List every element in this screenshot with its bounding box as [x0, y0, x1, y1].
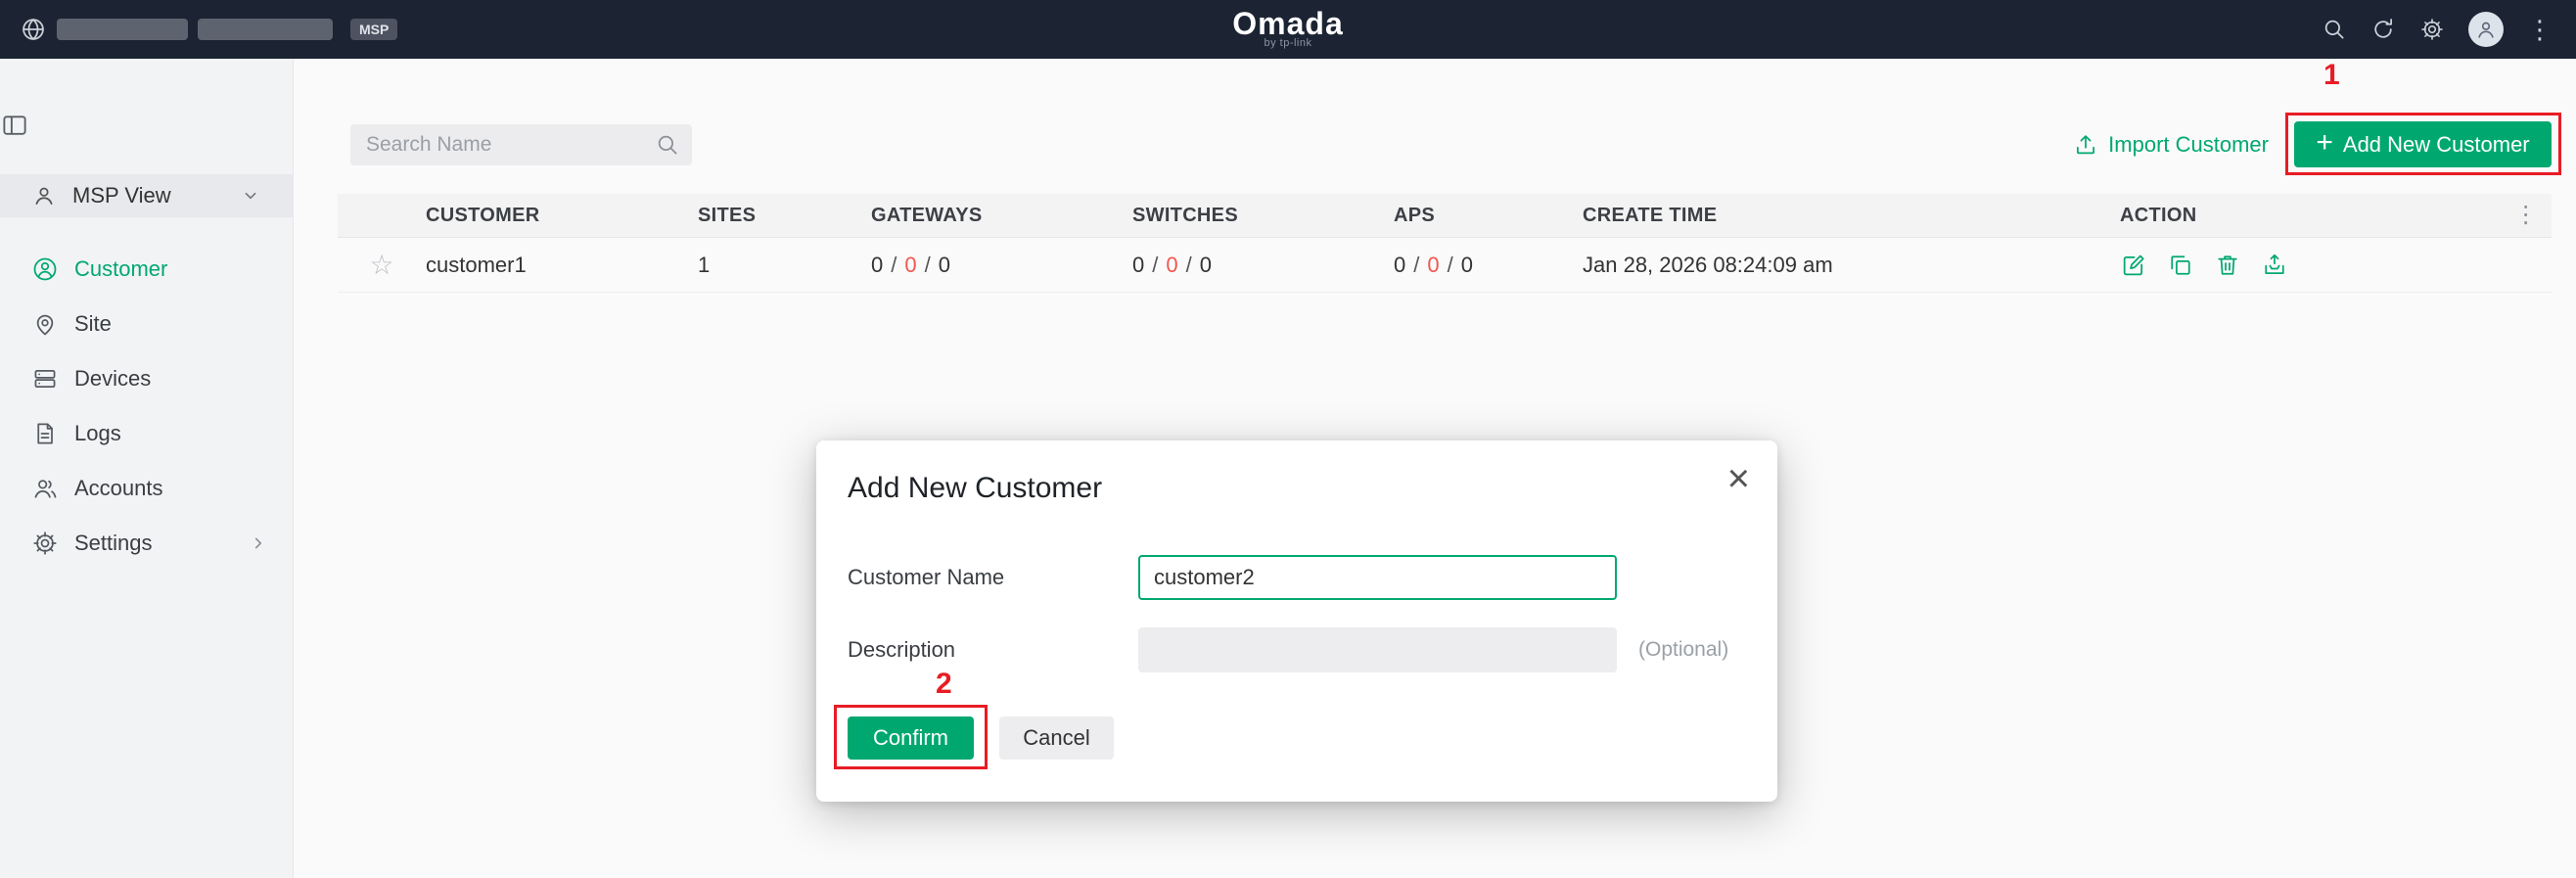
- search-icon[interactable]: [2322, 17, 2347, 42]
- import-customer-label: Import Customer: [2108, 131, 2269, 157]
- add-customer-modal: Add New Customer × Customer Name Descrip…: [816, 440, 1777, 802]
- column-settings-icon[interactable]: ⋮: [2514, 202, 2538, 229]
- export-icon[interactable]: [2261, 252, 2288, 279]
- description-input[interactable]: [1138, 627, 1617, 672]
- confirm-button[interactable]: Confirm: [848, 716, 974, 760]
- customer-name-label: Customer Name: [848, 565, 1005, 589]
- omada-logo: Omada by tp-link: [1232, 7, 1343, 49]
- search-input[interactable]: [350, 123, 692, 165]
- import-customer-link[interactable]: Import Customer: [2073, 132, 2269, 158]
- msp-view-icon: [31, 183, 57, 208]
- topbar-right: ⋮: [2322, 12, 2576, 47]
- delete-trash-icon[interactable]: [2214, 252, 2241, 279]
- column-header-aps: APS: [1394, 204, 1436, 226]
- omada-wordmark: Omada: [1232, 6, 1344, 41]
- column-header-customer: CUSTOMER: [426, 204, 540, 226]
- topbar-left: MSP: [0, 16, 398, 43]
- upload-icon: [2073, 132, 2098, 158]
- customer-name-row: Customer Name: [848, 555, 1617, 600]
- column-header-switches: SWITCHES: [1132, 204, 1238, 226]
- gateways-cell: 0/0/0: [871, 252, 950, 277]
- sidebar-item-logs[interactable]: Logs: [0, 406, 293, 461]
- column-header-gateways: GATEWAYS: [871, 204, 983, 226]
- search-name-box[interactable]: [350, 123, 692, 165]
- customer-name-input[interactable]: [1138, 555, 1617, 600]
- globe-icon[interactable]: [20, 16, 47, 43]
- add-new-customer-button[interactable]: + Add New Customer: [2294, 121, 2552, 167]
- modal-title: Add New Customer: [848, 472, 1103, 504]
- copy-icon[interactable]: [2167, 252, 2194, 279]
- chevron-right-icon: [248, 532, 269, 554]
- chevron-down-icon: [240, 185, 261, 207]
- optional-hint: (Optional): [1638, 638, 1729, 661]
- column-header-sites: SITES: [698, 204, 757, 226]
- msp-badge: MSP: [350, 19, 398, 40]
- sidebar-item-customer[interactable]: Customer: [0, 242, 293, 297]
- sidebar-item-settings[interactable]: Settings: [0, 516, 293, 571]
- customer-name-cell: customer1: [426, 252, 527, 277]
- devices-icon: [31, 365, 59, 393]
- sites-cell: 1: [698, 252, 711, 277]
- redacted-org-name: [198, 19, 333, 40]
- description-row: Description (Optional): [848, 627, 1728, 672]
- column-header-create-time: CREATE TIME: [1583, 204, 1718, 226]
- site-icon: [31, 310, 59, 338]
- table-row[interactable]: ☆ customer1 1 0/0/0 0/0/0 0/0/0 Jan 28, …: [338, 238, 2552, 293]
- toolbar-actions: Import Customer + Add New Customer: [2073, 121, 2552, 167]
- accounts-icon: [31, 475, 59, 502]
- switches-cell: 0/0/0: [1132, 252, 1212, 277]
- modal-actions: Confirm Cancel: [848, 716, 1114, 760]
- settings-gear-icon: [31, 530, 59, 557]
- description-label: Description: [848, 637, 956, 662]
- toolbar: Import Customer + Add New Customer: [350, 121, 2552, 167]
- customer-table: CUSTOMER SITES GATEWAYS SWITCHES APS CRE…: [338, 194, 2552, 293]
- close-icon[interactable]: ×: [1727, 458, 1750, 499]
- sidebar-item-accounts[interactable]: Accounts: [0, 461, 293, 516]
- sidebar-item-site[interactable]: Site: [0, 297, 293, 351]
- gear-icon[interactable]: [2419, 17, 2445, 42]
- msp-view-label: MSP View: [72, 183, 171, 208]
- logs-icon: [31, 420, 59, 447]
- action-cell: [2120, 252, 2552, 279]
- edit-icon[interactable]: [2120, 252, 2147, 279]
- topbar: MSP Omada by tp-link ⋮: [0, 0, 2576, 59]
- sidebar: MSP View Customer Site Devices Logs Acco…: [0, 59, 294, 878]
- search-icon[interactable]: [655, 132, 680, 158]
- customer-icon: [31, 255, 59, 283]
- plus-icon: +: [2316, 126, 2333, 159]
- add-new-customer-label: Add New Customer: [2342, 131, 2530, 157]
- sidebar-item-devices[interactable]: Devices: [0, 351, 293, 406]
- aps-cell: 0/0/0: [1394, 252, 1473, 277]
- redacted-org-name: [57, 19, 188, 40]
- refresh-icon[interactable]: [2370, 17, 2396, 42]
- column-header-action: ACTION: [2120, 204, 2197, 226]
- favorite-star-icon[interactable]: ☆: [369, 250, 393, 280]
- kebab-menu-icon[interactable]: ⋮: [2527, 17, 2553, 42]
- create-time-cell: Jan 28, 2026 08:24:09 am: [1583, 252, 1833, 277]
- avatar[interactable]: [2468, 12, 2504, 47]
- sidebar-collapse-icon[interactable]: [0, 111, 293, 140]
- cancel-button[interactable]: Cancel: [999, 716, 1114, 760]
- sidebar-nav: Customer Site Devices Logs Accounts Sett…: [0, 242, 293, 571]
- msp-view-switcher[interactable]: MSP View: [0, 174, 293, 217]
- table-header-row: CUSTOMER SITES GATEWAYS SWITCHES APS CRE…: [338, 194, 2552, 238]
